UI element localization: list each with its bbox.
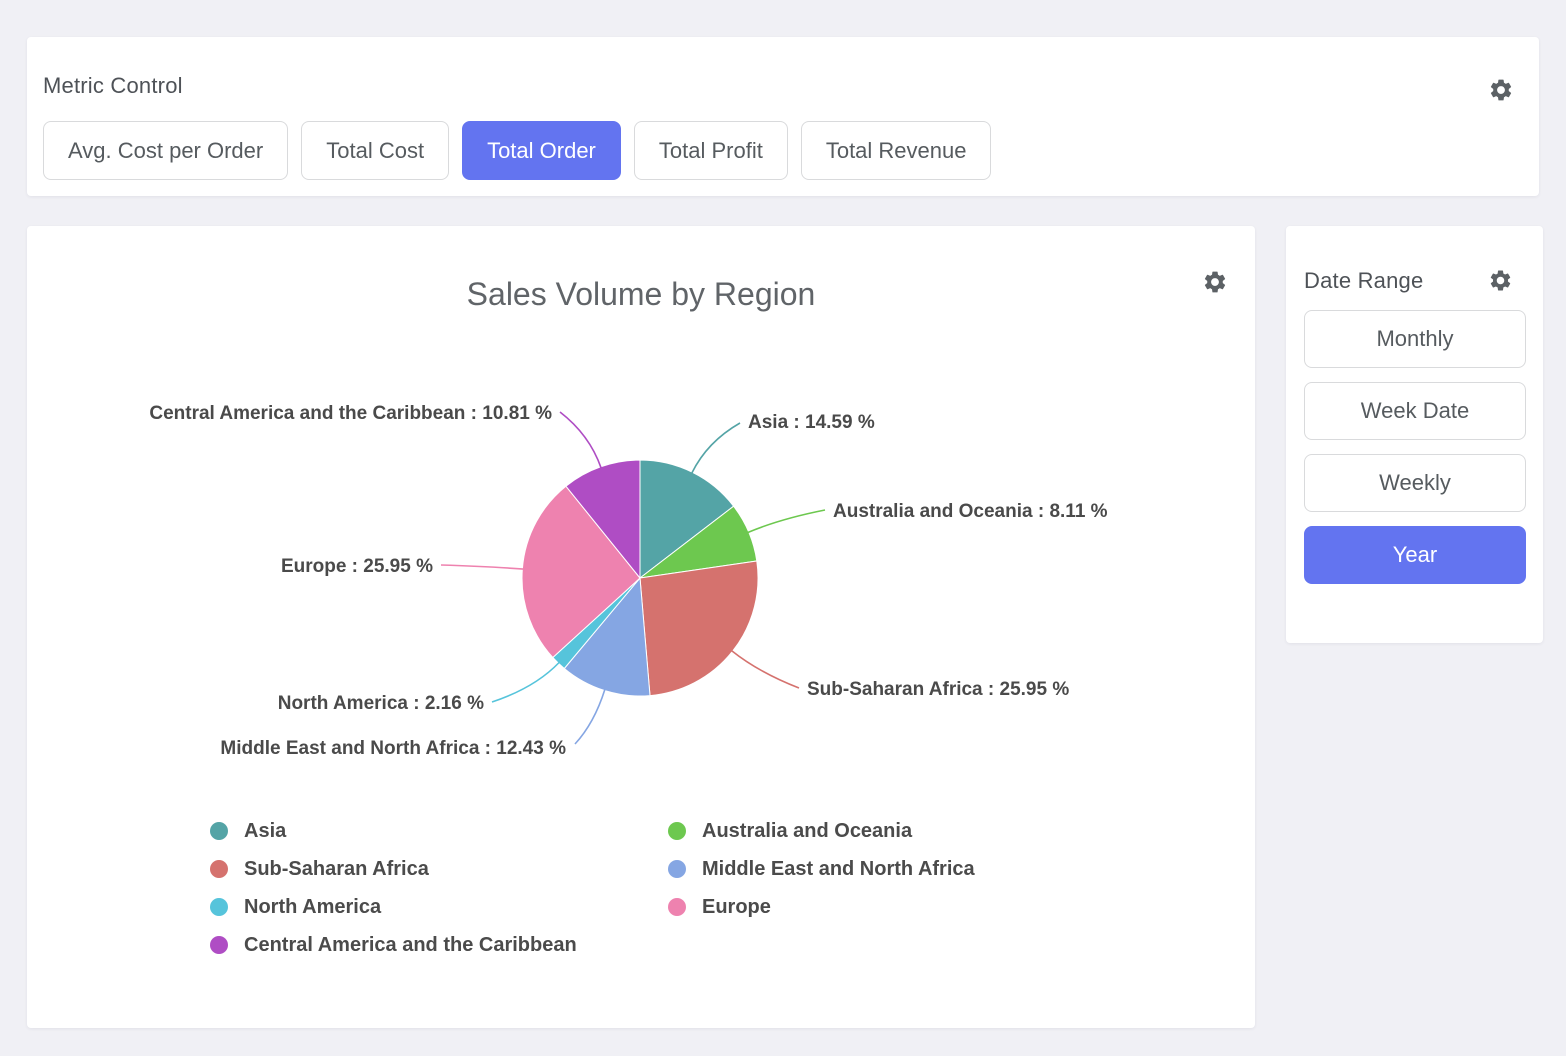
metric-button-total-profit[interactable]: Total Profit (634, 121, 788, 180)
metric-button-total-revenue[interactable]: Total Revenue (801, 121, 992, 180)
legend-label: Central America and the Caribbean (244, 934, 577, 957)
date-range-panel: Date Range Monthly Week Date Weekly Year (1286, 226, 1543, 643)
pie-label-line (732, 651, 799, 688)
date-range-buttons-group: Monthly Week Date Weekly Year (1304, 310, 1526, 584)
settings-button[interactable] (1488, 77, 1514, 103)
pie-label: Central America and the Caribbean : 10.8… (149, 403, 552, 424)
pie-label-line (748, 510, 825, 533)
legend-column: Australia and Oceania Middle East and Nor… (668, 812, 975, 926)
legend-label: Asia (244, 820, 286, 843)
legend-item-north-america[interactable]: North America (210, 888, 577, 926)
legend-item-central-america-and-the-caribbean[interactable]: Central America and the Caribbean (210, 926, 577, 964)
date-range-button-year[interactable]: Year (1304, 526, 1526, 584)
pie-label: Middle East and North Africa : 12.43 % (220, 738, 566, 759)
date-range-title: Date Range (1304, 268, 1423, 294)
legend-column: Asia Sub-Saharan Africa North America Centr… (210, 812, 577, 964)
pie-label-line (492, 663, 559, 703)
legend-item-sub-saharan-africa[interactable]: Sub-Saharan Africa (210, 850, 577, 888)
gear-icon (1488, 268, 1513, 293)
pie-label: Australia and Oceania : 8.11 % (833, 501, 1108, 522)
legend-marker (210, 936, 228, 954)
pie-label: North America : 2.16 % (278, 693, 484, 714)
chart-panel: Sales Volume by Region Asia : 14.59 %Aus… (27, 226, 1255, 1028)
pie-slice-sub-saharan-africa[interactable] (640, 561, 758, 696)
pie-label-line (560, 412, 601, 468)
legend-marker (210, 822, 228, 840)
legend-marker (210, 860, 228, 878)
legend-marker (210, 898, 228, 916)
pie-chart: Asia : 14.59 % Australia and Oceania : 8.… (27, 226, 1255, 801)
legend-marker (668, 822, 686, 840)
metric-button-total-order[interactable]: Total Order (462, 121, 621, 180)
legend-label: Sub-Saharan Africa (244, 858, 429, 881)
chart-legend: Asia Sub-Saharan Africa North America Centr… (27, 812, 1255, 972)
pie-label-line (441, 565, 523, 569)
date-range-button-week-date[interactable]: Week Date (1304, 382, 1526, 440)
date-range-button-monthly[interactable]: Monthly (1304, 310, 1526, 368)
legend-label: Europe (702, 896, 771, 919)
legend-item-asia[interactable]: Asia (210, 812, 577, 850)
metric-buttons-group: Avg. Cost per OrderTotal CostTotal Order… (43, 121, 991, 180)
pie-label: Europe : 25.95 % (281, 556, 433, 577)
pie-label-line (575, 690, 605, 744)
pie-label: Sub-Saharan Africa : 25.95 % (807, 679, 1069, 700)
metric-control-title: Metric Control (43, 73, 183, 99)
legend-marker (668, 898, 686, 916)
legend-item-europe[interactable]: Europe (668, 888, 975, 926)
settings-button[interactable] (1488, 268, 1513, 293)
legend-label: Australia and Oceania (702, 820, 912, 843)
metric-control-panel: Metric Control Avg. Cost per OrderTotal … (27, 37, 1539, 196)
legend-marker (668, 860, 686, 878)
legend-item-australia-and-oceania[interactable]: Australia and Oceania (668, 812, 975, 850)
legend-label: North America (244, 896, 381, 919)
metric-button-total-cost[interactable]: Total Cost (301, 121, 449, 180)
pie-label-line (692, 423, 740, 473)
legend-label: Middle East and North Africa (702, 858, 975, 881)
gear-icon (1488, 77, 1514, 103)
legend-item-middle-east-and-north-africa[interactable]: Middle East and North Africa (668, 850, 975, 888)
date-range-button-weekly[interactable]: Weekly (1304, 454, 1526, 512)
metric-button-avg-cost-per-order[interactable]: Avg. Cost per Order (43, 121, 288, 180)
pie-label: Asia : 14.59 % (748, 412, 875, 433)
